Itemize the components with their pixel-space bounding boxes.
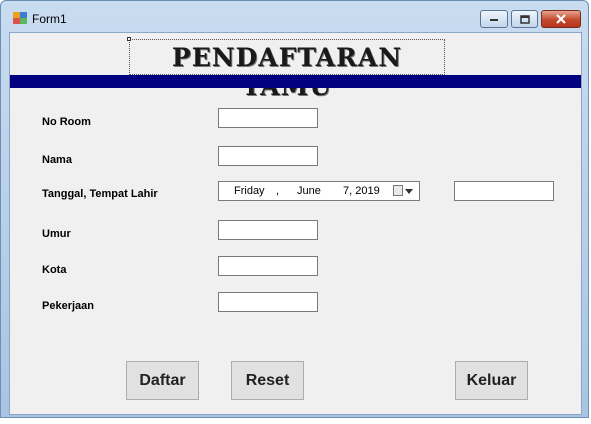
close-icon [556, 14, 566, 24]
pekerjaan-input[interactable] [218, 292, 318, 312]
birth-date-picker[interactable]: Friday , June 7, 2019 [218, 181, 420, 201]
date-month: June [297, 185, 321, 197]
form-client-area: PENDAFTARAN TAMU No Room Nama Tanggal, T… [9, 32, 582, 415]
page-title: PENDAFTARAN TAMU [171, 43, 403, 101]
label-pekerjaan: Pekerjaan [42, 300, 94, 312]
label-kota: Kota [42, 264, 67, 276]
app-icon [13, 12, 27, 24]
reset-button[interactable]: Reset [231, 361, 304, 400]
daftar-button[interactable]: Daftar [126, 361, 199, 400]
date-separator: , [276, 185, 280, 197]
maximize-icon [519, 14, 530, 24]
label-umur: Umur [42, 228, 71, 240]
maximize-button[interactable] [511, 10, 538, 28]
close-button[interactable] [541, 10, 581, 28]
chevron-down-icon[interactable] [405, 189, 413, 194]
title-banner-bar [10, 75, 581, 88]
title-bar[interactable]: Form1 [1, 1, 588, 33]
selection-handle[interactable] [127, 37, 131, 41]
calendar-icon[interactable] [393, 185, 403, 196]
kota-input[interactable] [218, 256, 318, 276]
label-tanggal-tempat-lahir: Tanggal, Tempat Lahir [42, 188, 158, 200]
date-day: Friday [234, 185, 265, 197]
date-date: 7, 2019 [343, 185, 380, 197]
minimize-icon [490, 19, 498, 21]
nama-input[interactable] [218, 146, 318, 166]
no-room-input[interactable] [218, 108, 318, 128]
window-title: Form1 [32, 12, 67, 26]
minimize-button[interactable] [480, 10, 508, 28]
header-label-box: PENDAFTARAN TAMU [129, 39, 445, 101]
tempat-lahir-input[interactable] [454, 181, 554, 201]
umur-input[interactable] [218, 220, 318, 240]
label-nama: Nama [42, 154, 72, 166]
label-no-room: No Room [42, 116, 91, 128]
app-window: Form1 PENDAFTARAN TAMU No Room Nama Tang… [0, 0, 589, 418]
keluar-button[interactable]: Keluar [455, 361, 528, 400]
